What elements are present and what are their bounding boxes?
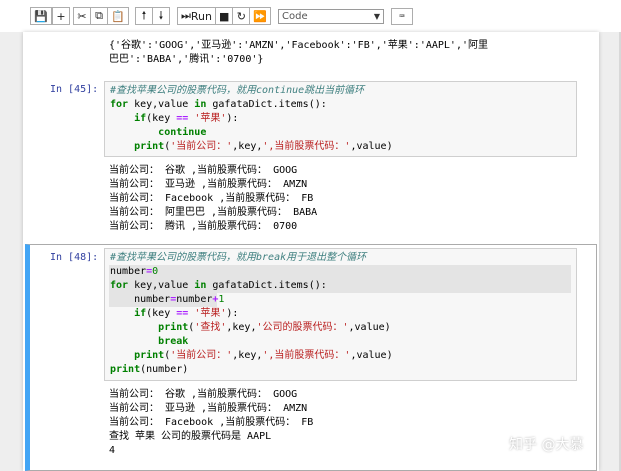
cell-type-value: Code bbox=[282, 11, 308, 22]
code-line: for key,value in gafataDict.items(): bbox=[110, 99, 327, 110]
stop-icon[interactable]: ■ bbox=[215, 7, 234, 25]
move-down-icon[interactable]: 🠗 bbox=[152, 7, 170, 25]
output-line: 当前公司： 阿里巴巴 ,当前股票代码： BABA bbox=[109, 207, 318, 218]
fast-forward-icon[interactable]: ⏩ bbox=[249, 7, 272, 25]
input-prompt: In [48]: bbox=[50, 252, 99, 263]
save-icon[interactable]: 💾 bbox=[30, 7, 52, 25]
output-line: 当前公司： Facebook ,当前股票代码： FB bbox=[109, 417, 314, 428]
copy-icon[interactable]: ⧉ bbox=[90, 7, 108, 25]
code-line: number=0 bbox=[110, 266, 159, 277]
output-line: 巴巴':'BABA','腾讯':'0700'} bbox=[109, 54, 264, 65]
keyboard-icon[interactable]: ⌨ bbox=[391, 8, 413, 25]
output-line: 查找 苹果 公司的股票代码是 AAPL bbox=[109, 431, 272, 442]
notebook-toolbar: 💾 + ✂ ⧉ 📋 🠕 🠗 ⏭ Run ■ ↻ ⏩ Code ▼ ⌨ bbox=[0, 0, 621, 32]
code-line: break bbox=[158, 336, 189, 347]
toolbar-group-move: 🠕 🠗 bbox=[135, 7, 170, 25]
cell-type-select[interactable]: Code ▼ bbox=[278, 9, 384, 24]
paste-icon[interactable]: 📋 bbox=[107, 7, 129, 25]
code-line: print('当前公司：',key,',当前股票代码：',value) bbox=[134, 350, 393, 361]
toolbar-group-run: ⏭ Run ■ ↻ ⏩ bbox=[177, 7, 272, 25]
run-label: Run bbox=[190, 9, 212, 23]
code-line: print('当前公司：',key,',当前股票代码：',value) bbox=[134, 141, 393, 152]
code-line: #查找苹果公司的股票代码，就用continue跳出当前循环 bbox=[110, 85, 365, 96]
code-line: for key,value in gafataDict.items(): bbox=[110, 280, 327, 291]
output-line: 当前公司： 腾讯 ,当前股票代码： 0700 bbox=[109, 221, 298, 232]
toolbar-group-edit: ✂ ⧉ 📋 bbox=[73, 7, 129, 25]
output-line: 当前公司： 亚马逊 ,当前股票代码： AMZN bbox=[109, 403, 308, 414]
output-line: 4 bbox=[109, 445, 116, 456]
step-forward-icon: ⏭ bbox=[181, 9, 191, 22]
add-cell-icon[interactable]: + bbox=[52, 7, 70, 25]
move-up-icon[interactable]: 🠕 bbox=[135, 7, 153, 25]
code-line: if(key == '苹果'): bbox=[134, 308, 239, 319]
notebook-sheet: {'谷歌':'GOOG','亚马逊':'AMZN','Facebook':'FB… bbox=[23, 32, 599, 471]
toolbar-group-insert: + bbox=[52, 7, 70, 25]
output-line: 当前公司： Facebook ,当前股票代码： FB bbox=[109, 193, 314, 204]
output-line: 当前公司： 亚马逊 ,当前股票代码： AMZN bbox=[109, 179, 308, 190]
input-prompt: In [45]: bbox=[50, 84, 99, 95]
restart-icon[interactable]: ↻ bbox=[232, 7, 251, 25]
code-line: continue bbox=[158, 127, 207, 138]
watermark: 知乎 @大慕 bbox=[509, 437, 584, 453]
code-line: print(number) bbox=[110, 364, 189, 375]
output-line: {'谷歌':'GOOG','亚马逊':'AMZN','Facebook':'FB… bbox=[109, 40, 488, 51]
run-button[interactable]: ⏭ Run bbox=[177, 7, 216, 25]
chevron-down-icon: ▼ bbox=[373, 12, 380, 21]
code-line: #查找苹果公司的股票代码，就用break用于退出整个循环 bbox=[110, 252, 367, 263]
cut-icon[interactable]: ✂ bbox=[73, 7, 91, 25]
code-line: if(key == '苹果'): bbox=[134, 113, 239, 124]
code-line: print('查找',key,'公司的股票代码：',value) bbox=[158, 322, 391, 333]
toolbar-group-file: 💾 bbox=[30, 7, 52, 25]
output-line: 当前公司： 谷歌 ,当前股票代码： GOOG bbox=[109, 389, 298, 400]
output-line: 当前公司： 谷歌 ,当前股票代码： GOOG bbox=[109, 165, 298, 176]
code-line: number=number+1 bbox=[110, 294, 225, 305]
